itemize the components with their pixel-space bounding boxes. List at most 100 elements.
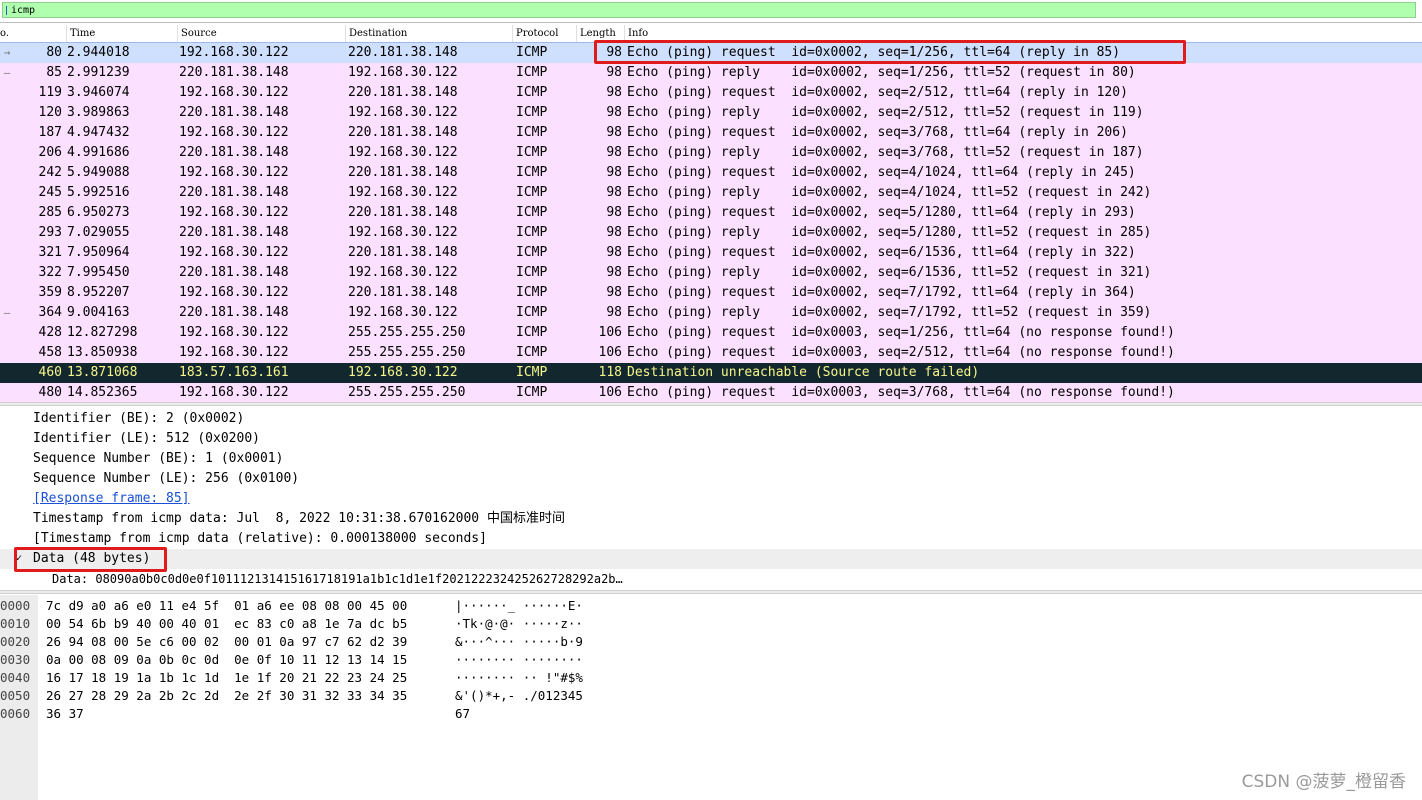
- packet-destination: 192.168.30.122: [348, 65, 458, 80]
- pane-splitter-top[interactable]: [0, 402, 1422, 406]
- col-protocol-header[interactable]: Protocol: [512, 25, 576, 42]
- byte-hex: 26 94 08 00 5e c6 00 02 00 01 0a 97 c7 6…: [46, 634, 408, 649]
- packet-protocol: ICMP: [516, 205, 548, 220]
- tree-item[interactable]: Data: 08090a0b0c0d0e0f101112131415161718…: [0, 569, 1422, 589]
- packet-no: 206: [38, 145, 62, 160]
- packet-no: 458: [38, 345, 62, 360]
- packet-length: 98: [606, 105, 622, 120]
- packet-row[interactable]: 293 7.029055 220.181.38.148 192.168.30.122 I…: [0, 223, 1422, 243]
- packet-protocol: ICMP: [516, 305, 548, 320]
- packet-row[interactable]: 458 13.850938 192.168.30.122 255.255.255.25…: [0, 343, 1422, 363]
- byte-hex: 16 17 18 19 1a 1b 1c 1d 1e 1f 20 21 22 2…: [46, 670, 408, 685]
- response-frame-link[interactable]: [Response frame: 85]: [33, 489, 190, 509]
- packet-source: 183.57.163.161: [179, 365, 289, 380]
- packet-length: 98: [606, 245, 622, 260]
- bytes-row[interactable]: 0060 36 37 67: [0, 705, 1422, 723]
- packet-length: 98: [606, 65, 622, 80]
- row-related-icon: →: [3, 46, 11, 59]
- packet-no: 80: [46, 45, 62, 60]
- highlight-box-data: [14, 547, 167, 572]
- packet-time: 7.029055: [67, 225, 130, 240]
- packet-source: 192.168.30.122: [179, 345, 289, 360]
- packet-row[interactable]: 285 6.950273 192.168.30.122 220.181.38.148 I…: [0, 203, 1422, 223]
- pane-splitter-bottom[interactable]: [0, 590, 1422, 594]
- packet-row[interactable]: — 364 9.004163 220.181.38.148 192.168.30.122…: [0, 303, 1422, 323]
- packet-info: Echo (ping) reply id=0x0002, seq=5/1280,…: [627, 225, 1152, 240]
- display-filter-bar: icmp: [0, 0, 1422, 23]
- tree-item[interactable]: Sequence Number (BE): 1 (0x0001): [0, 449, 1422, 469]
- packet-length: 98: [606, 125, 622, 140]
- packet-no: 285: [38, 205, 62, 220]
- packet-protocol: ICMP: [516, 185, 548, 200]
- packet-row[interactable]: 119 3.946074 192.168.30.122 220.181.38.148 I…: [0, 83, 1422, 103]
- tree-item[interactable]: [Response frame: 85]: [0, 489, 1422, 509]
- col-time-header[interactable]: Time: [66, 25, 178, 42]
- packet-info: Echo (ping) reply id=0x0002, seq=4/1024,…: [627, 185, 1152, 200]
- packet-destination: 192.168.30.122: [348, 145, 458, 160]
- byte-offset: 0020: [0, 634, 31, 649]
- byte-ascii: |······_ ······E·: [455, 598, 583, 613]
- filter-text: icmp: [11, 5, 36, 16]
- tree-item[interactable]: [Timestamp from icmp data (relative): 0.…: [0, 529, 1422, 549]
- packet-row[interactable]: 206 4.991686 220.181.38.148 192.168.30.122 I…: [0, 143, 1422, 163]
- packet-source: 192.168.30.122: [179, 165, 289, 180]
- packet-row[interactable]: 242 5.949088 192.168.30.122 220.181.38.148 I…: [0, 163, 1422, 183]
- packet-info: Echo (ping) reply id=0x0002, seq=3/768, …: [627, 145, 1144, 160]
- packet-row[interactable]: 321 7.950964 192.168.30.122 220.181.38.148 I…: [0, 243, 1422, 263]
- tree-item-label: Sequence Number (BE): 1 (0x0001): [33, 451, 284, 466]
- watermark: CSDN @菠萝_橙留香: [1241, 772, 1406, 792]
- packet-row[interactable]: 245 5.992516 220.181.38.148 192.168.30.122 I…: [0, 183, 1422, 203]
- packet-row[interactable]: 480 14.852365 192.168.30.122 255.255.255.25…: [0, 383, 1422, 403]
- packet-destination: 192.168.30.122: [348, 305, 458, 320]
- packet-row[interactable]: 428 12.827298 192.168.30.122 255.255.255.25…: [0, 323, 1422, 343]
- col-destination-header[interactable]: Destination: [345, 25, 512, 42]
- packet-destination: 255.255.255.250: [348, 385, 466, 400]
- bytes-row[interactable]: 0050 26 27 28 29 2a 2b 2c 2d 2e 2f 30 31 …: [0, 687, 1422, 705]
- display-filter-input[interactable]: icmp: [2, 2, 1416, 18]
- packet-row[interactable]: — 85 2.991239 220.181.38.148 192.168.30.122 I…: [0, 63, 1422, 83]
- filter-bookmark-icon[interactable]: [6, 6, 7, 15]
- bytes-row[interactable]: 0040 16 17 18 19 1a 1b 1c 1d 1e 1f 20 21 …: [0, 669, 1422, 687]
- col-no-header[interactable]: o.: [0, 25, 66, 42]
- packet-length: 106: [598, 385, 622, 400]
- packet-info: Echo (ping) reply id=0x0002, seq=1/256, …: [627, 65, 1136, 80]
- packet-no: 359: [38, 285, 62, 300]
- packet-time: 6.950273: [67, 205, 130, 220]
- tree-item[interactable]: Identifier (BE): 2 (0x0002): [0, 409, 1422, 429]
- packet-source: 220.181.38.148: [179, 145, 289, 160]
- packet-time: 5.949088: [67, 165, 130, 180]
- bytes-row[interactable]: 0020 26 94 08 00 5e c6 00 02 00 01 0a 97 …: [0, 633, 1422, 651]
- bytes-row[interactable]: 0030 0a 00 08 09 0a 0b 0c 0d 0e 0f 10 11 …: [0, 651, 1422, 669]
- packet-time: 7.995450: [67, 265, 130, 280]
- tree-item-label: [Timestamp from icmp data (relative): 0.…: [33, 531, 487, 546]
- packet-source: 192.168.30.122: [179, 325, 289, 340]
- packet-no: 242: [38, 165, 62, 180]
- packet-row[interactable]: 359 8.952207 192.168.30.122 220.181.38.148 I…: [0, 283, 1422, 303]
- bytes-row[interactable]: 0000 7c d9 a0 a6 e0 11 e4 5f 01 a6 ee 08 …: [0, 597, 1422, 615]
- packet-protocol: ICMP: [516, 85, 548, 100]
- byte-ascii: ·Tk·@·@· ·····z··: [455, 616, 583, 631]
- byte-hex: 0a 00 08 09 0a 0b 0c 0d 0e 0f 10 11 12 1…: [46, 652, 408, 667]
- packet-no: 322: [38, 265, 62, 280]
- packet-protocol: ICMP: [516, 285, 548, 300]
- packet-row[interactable]: 322 7.995450 220.181.38.148 192.168.30.122 I…: [0, 263, 1422, 283]
- packet-length: 98: [606, 185, 622, 200]
- byte-ascii: 67: [455, 706, 471, 721]
- bytes-row[interactable]: 0010 00 54 6b b9 40 00 40 01 ec 83 c0 a8 …: [0, 615, 1422, 633]
- tree-item[interactable]: Identifier (LE): 512 (0x0200): [0, 429, 1422, 449]
- tree-item-label: Identifier (LE): 512 (0x0200): [33, 431, 260, 446]
- packet-length: 98: [606, 225, 622, 240]
- packet-protocol: ICMP: [516, 345, 548, 360]
- packet-time: 3.989863: [67, 105, 130, 120]
- packet-row[interactable]: 120 3.989863 220.181.38.148 192.168.30.122 I…: [0, 103, 1422, 123]
- packet-protocol: ICMP: [516, 105, 548, 120]
- packet-no: 428: [38, 325, 62, 340]
- tree-item-data[interactable]: ✓ Data (48 bytes): [0, 549, 1422, 569]
- packet-source: 220.181.38.148: [179, 225, 289, 240]
- packet-row[interactable]: 187 4.947432 192.168.30.122 220.181.38.148 I…: [0, 123, 1422, 143]
- packet-source: 220.181.38.148: [179, 105, 289, 120]
- packet-row[interactable]: 460 13.871068 183.57.163.161 192.168.30.122…: [0, 363, 1422, 383]
- col-source-header[interactable]: Source: [177, 25, 345, 42]
- tree-item[interactable]: Timestamp from icmp data: Jul 8, 2022 10…: [0, 509, 1422, 529]
- tree-item[interactable]: Sequence Number (LE): 256 (0x0100): [0, 469, 1422, 489]
